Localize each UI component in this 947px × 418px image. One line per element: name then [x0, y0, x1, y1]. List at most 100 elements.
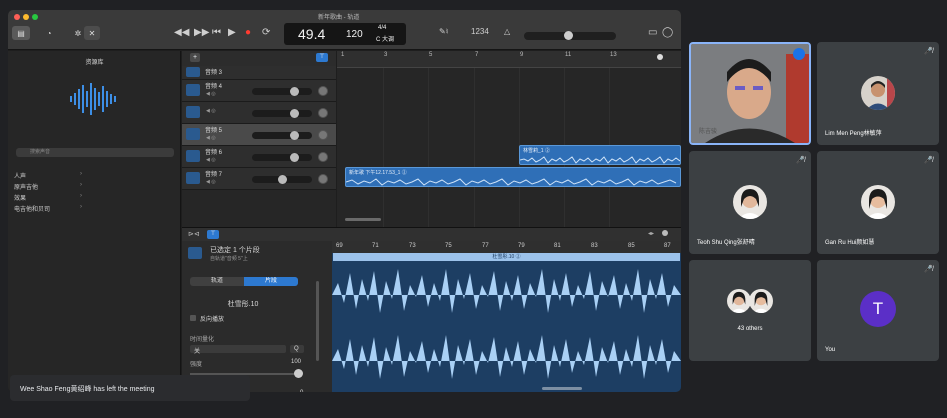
- smart-filter-icon[interactable]: ⊤: [316, 53, 328, 62]
- loop-browser-icon[interactable]: ◯: [662, 27, 673, 38]
- play-icon[interactable]: ▶: [228, 27, 236, 38]
- track-volume-slider[interactable]: [252, 153, 312, 162]
- avatar: T: [860, 291, 896, 327]
- count-in-icon[interactable]: 1234: [471, 27, 489, 36]
- library-category-acoustic-guitar[interactable]: 原声吉他: [14, 182, 38, 191]
- reverse-checkbox[interactable]: [190, 315, 196, 321]
- tab-track[interactable]: 轨道: [190, 277, 244, 286]
- mic-off-icon: 🎤̸: [924, 266, 933, 273]
- mute-solo-icon[interactable]: ◀ ◎: [206, 108, 216, 114]
- participant-tile[interactable]: 🎤̸ Lim Men Peng林敏萍: [817, 42, 939, 145]
- minimize-window-button[interactable]: [23, 14, 29, 20]
- region-waveform: [346, 178, 677, 186]
- smart-controls-icon[interactable]: ◔: [41, 26, 57, 40]
- editor-region-header[interactable]: 杜雪彤.10 ②: [333, 253, 680, 261]
- zoom-slider-knob[interactable]: [662, 230, 668, 236]
- notification-toast: Wee Shao Feng黄绍峰 has left the meeting: [10, 375, 250, 401]
- pan-knob[interactable]: [318, 130, 328, 140]
- ruler-number: 9: [520, 52, 524, 58]
- participant-tile[interactable]: 🎤̸ Teoh Shu Qing张舒晴: [689, 151, 811, 254]
- track-name: 音频 7: [205, 172, 223, 178]
- track-header[interactable]: 音频 6 ◀ ◎: [182, 146, 336, 168]
- rewind-icon[interactable]: ◀◀: [174, 27, 189, 38]
- lcd-display[interactable]: 49.4 120 4/4 C 大调: [284, 23, 406, 45]
- volume-knob[interactable]: [290, 109, 299, 118]
- ruler-number: 71: [372, 243, 379, 249]
- volume-knob[interactable]: [278, 175, 287, 184]
- volume-knob[interactable]: [290, 131, 299, 140]
- participant-tile-speaker[interactable]: 陈吉骏: [689, 42, 811, 145]
- inspector-scrollbar[interactable]: [316, 281, 319, 361]
- chevron-right-icon: ›: [80, 182, 82, 188]
- tab-region[interactable]: 片段: [244, 277, 298, 286]
- chevron-right-icon: ›: [80, 204, 82, 210]
- track-name: 音频 4: [205, 84, 223, 90]
- volume-knob[interactable]: [290, 87, 299, 96]
- participant-tile-others[interactable]: 43 others: [689, 260, 811, 361]
- tuner-icon[interactable]: ✎♮: [439, 27, 449, 36]
- ruler-number: 3: [384, 52, 388, 58]
- tracks-area[interactable]: 1 3 5 7 9 11 13 林雪莉_1 ② 新年歌 下午12.17.53_1…: [337, 51, 681, 227]
- ruler-number: 77: [482, 243, 489, 249]
- pan-knob[interactable]: [318, 108, 328, 118]
- record-icon[interactable]: ●: [245, 27, 251, 38]
- editor-ruler[interactable]: 69 71 73 75 77 79 81 83 85 87: [332, 241, 681, 253]
- quantize-select[interactable]: 关: [190, 345, 286, 355]
- track-volume-slider[interactable]: [252, 175, 312, 184]
- catch-icon[interactable]: ⊳⊲: [188, 230, 200, 238]
- audio-region[interactable]: 林雪莉_1 ②: [519, 145, 681, 165]
- track-header[interactable]: 音频 3: [182, 66, 336, 80]
- scissors-icon[interactable]: ✕: [84, 26, 100, 40]
- go-to-start-icon[interactable]: ⏮: [212, 27, 221, 38]
- pan-knob[interactable]: [318, 86, 328, 96]
- ruler-number: 73: [409, 243, 416, 249]
- region-name: 杜雪彤.10: [227, 301, 259, 308]
- waveform-icon: [186, 84, 200, 96]
- master-volume-slider[interactable]: [524, 31, 616, 40]
- add-track-icon[interactable]: +: [190, 53, 200, 62]
- participant-tile-self[interactable]: 🎤̸ T You: [817, 260, 939, 361]
- track-header[interactable]: 音频 7 ◀ ◎: [182, 168, 336, 190]
- close-window-button[interactable]: [14, 14, 20, 20]
- library-category-electric-guitar-bass[interactable]: 电吉他和贝司: [14, 204, 50, 213]
- playhead-marker-icon[interactable]: [657, 54, 663, 60]
- transpose-value: 0: [300, 390, 303, 392]
- cycle-icon[interactable]: ⟳: [262, 27, 270, 38]
- participant-name: Gan Ru Hui颜如慧: [825, 240, 875, 246]
- master-volume-knob[interactable]: [564, 31, 573, 40]
- editor-scrollbar[interactable]: [542, 387, 582, 390]
- track-header[interactable]: 音频 4 ◀ ◎: [182, 102, 336, 124]
- library-search-input[interactable]: 搜索声音: [16, 148, 174, 157]
- flex-icon[interactable]: ⊤: [207, 230, 219, 239]
- horizontal-scrollbar[interactable]: [345, 218, 381, 221]
- track-header[interactable]: 音频 4 ◀ ◎: [182, 80, 336, 102]
- mute-solo-icon[interactable]: ◀ ◎: [206, 135, 216, 141]
- fast-forward-icon[interactable]: ▶▶: [194, 27, 209, 38]
- library-toggle-icon[interactable]: ▤: [12, 26, 30, 40]
- audio-region[interactable]: 新年歌 下午12.17.53_1 ②: [345, 167, 681, 187]
- screen: 新年歌曲 - 轨道 ▤ ◔ ✲ ✕ ◀◀ ▶▶ ⏮ ▶ ● ⟳ 49.4 120…: [0, 0, 947, 418]
- quantize-button[interactable]: Q: [290, 345, 304, 353]
- participant-tile[interactable]: 🎤̸ Gan Ru Hui颜如慧: [817, 151, 939, 254]
- mute-solo-icon[interactable]: ◀ ◎: [206, 179, 216, 185]
- ruler[interactable]: 1 3 5 7 9 11 13: [337, 51, 681, 68]
- pan-knob[interactable]: [318, 152, 328, 162]
- library-category-effects[interactable]: 效果: [14, 193, 26, 202]
- waveform-editor[interactable]: 69 71 73 75 77 79 81 83 85 87 杜雪彤.10 ②: [332, 241, 681, 392]
- library-category-vocals[interactable]: 人声: [14, 171, 26, 180]
- ruler-number: 75: [445, 243, 452, 249]
- notepad-icon[interactable]: ▭: [648, 27, 657, 38]
- pan-knob[interactable]: [318, 174, 328, 184]
- strength-knob[interactable]: [294, 369, 303, 378]
- track-header-selected[interactable]: 音频 5 ◀ ◎: [182, 124, 336, 146]
- track-volume-slider[interactable]: [252, 87, 312, 96]
- mute-solo-icon[interactable]: ◀ ◎: [206, 91, 216, 97]
- zoom-window-button[interactable]: [32, 14, 38, 20]
- zoom-icon[interactable]: ◂▸: [648, 230, 654, 237]
- metronome-icon[interactable]: △: [504, 27, 510, 36]
- mute-solo-icon[interactable]: ◀ ◎: [206, 157, 216, 163]
- track-volume-slider[interactable]: [252, 131, 312, 140]
- participant-name: You: [825, 347, 836, 353]
- volume-knob[interactable]: [290, 153, 299, 162]
- track-volume-slider[interactable]: [252, 109, 312, 118]
